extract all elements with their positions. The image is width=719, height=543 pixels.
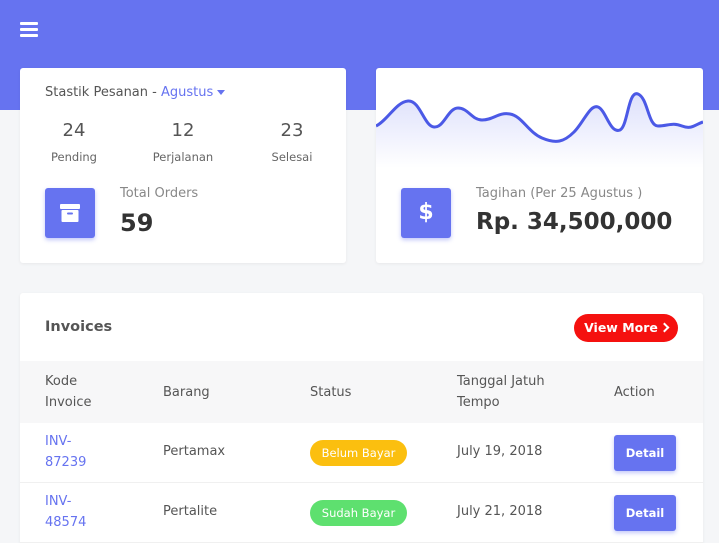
stat-pending: 24 Pending [34, 120, 114, 164]
caret-down-icon[interactable] [217, 90, 226, 95]
bill-card: $ Tagihan (Per 25 Agustus ) Rp. 34,500,0… [376, 68, 703, 263]
stat-in-transit: 12 Perjalanan [143, 120, 223, 164]
stat-completed-value: 23 [280, 120, 304, 141]
archive-box-icon [45, 188, 95, 238]
order-stats-title-text: Stastik Pesanan - [45, 85, 157, 100]
item-cell: Pertamax [163, 444, 226, 459]
status-badge: Belum Bayar [310, 440, 407, 466]
stat-completed: 23 Selesai [252, 120, 332, 164]
table-row: INV- 87239 Pertamax Belum Bayar July 19,… [20, 423, 703, 483]
bill-label: Tagihan (Per 25 Agustus ) [476, 186, 643, 201]
dollar-glyph: $ [418, 200, 434, 225]
view-more-button[interactable]: View More [574, 314, 678, 342]
invoices-title: Invoices [45, 319, 113, 335]
col-invoice-code-line1: Kode [45, 374, 78, 389]
view-more-label[interactable]: View More [584, 320, 658, 335]
order-stats-title: Stastik Pesanan - Agustus [45, 85, 226, 100]
due-date-cell: July 21, 2018 [457, 504, 543, 519]
col-due-date-line1: Tanggal Jatuh [457, 374, 545, 389]
col-due-date-line2: Tempo [457, 395, 500, 410]
detail-button[interactable]: Detail [614, 435, 676, 471]
col-due-date: Tanggal Jatuh Tempo [457, 371, 545, 413]
invoice-link[interactable]: INV- 48574 [45, 491, 86, 533]
due-date-cell: July 19, 2018 [457, 444, 543, 459]
table-row: INV- 48574 Pertalite Sudah Bayar July 21… [20, 483, 703, 543]
bill-value: Rp. 34,500,000 [476, 209, 673, 235]
invoice-link-line2[interactable]: 48574 [45, 512, 86, 533]
stat-pending-label: Pending [51, 150, 97, 164]
col-status: Status [310, 385, 352, 400]
stat-pending-value: 24 [62, 120, 86, 141]
detail-button[interactable]: Detail [614, 495, 676, 531]
bill-sparkline [376, 92, 703, 168]
month-dropdown[interactable]: Agustus [161, 85, 226, 100]
status-badge: Sudah Bayar [310, 500, 407, 526]
table-header: Kode Invoice Barang Status Tanggal Jatuh… [20, 361, 703, 423]
month-dropdown-label[interactable]: Agustus [161, 85, 213, 100]
stat-in-transit-label: Perjalanan [152, 150, 214, 164]
item-cell: Pertalite [163, 504, 218, 519]
total-orders-value: 59 [120, 209, 154, 237]
invoice-link-line1[interactable]: INV- [45, 431, 86, 452]
col-invoice-code-line2: Invoice [45, 395, 92, 410]
invoice-link-line2[interactable]: 87239 [45, 452, 86, 473]
hamburger-menu-icon[interactable] [20, 22, 38, 38]
invoice-link[interactable]: INV- 87239 [45, 431, 86, 473]
col-invoice-code: Kode Invoice [45, 371, 91, 413]
invoices-card: Invoices View More Kode Invoice Barang S… [20, 293, 703, 543]
order-stats-card: Stastik Pesanan - Agustus 24 Pending 12 … [20, 68, 346, 263]
total-orders-label: Total Orders [120, 186, 199, 201]
dollar-icon: $ [401, 188, 451, 238]
chevron-right-icon[interactable] [659, 322, 670, 333]
sparkline-area [376, 93, 703, 168]
stat-in-transit-value: 12 [171, 120, 195, 141]
col-item: Barang [163, 385, 210, 400]
invoice-link-line1[interactable]: INV- [45, 491, 86, 512]
stat-completed-label: Selesai [271, 150, 313, 164]
col-action: Action [614, 385, 655, 400]
